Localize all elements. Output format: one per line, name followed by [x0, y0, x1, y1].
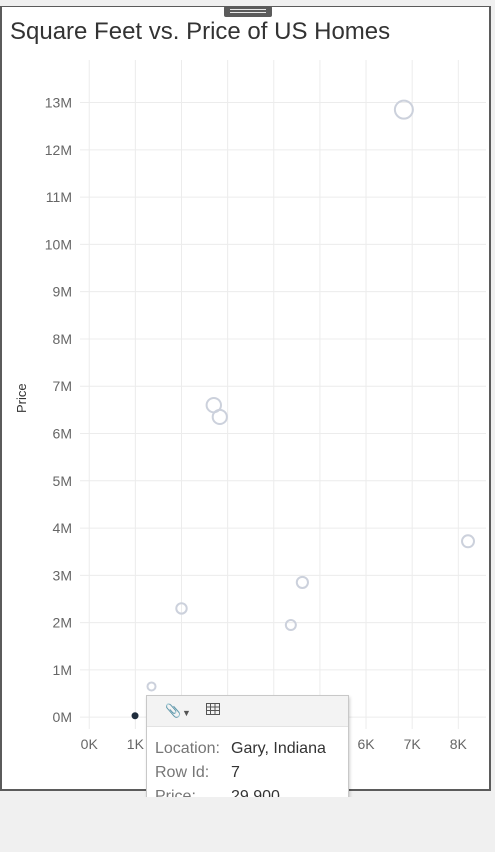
- y-tick-label: 11M: [46, 189, 72, 205]
- data-point: [284, 618, 297, 631]
- tooltip-value: 7: [231, 764, 240, 781]
- table-icon[interactable]: [206, 703, 220, 719]
- grid-lines: [80, 60, 486, 729]
- y-tick-label: 12M: [45, 142, 72, 158]
- y-tick-label: 7M: [53, 378, 72, 394]
- y-tick-label: 3M: [53, 567, 72, 583]
- caret-down-icon[interactable]: ▼: [182, 705, 191, 721]
- y-tick-label: 8M: [53, 331, 72, 347]
- tooltip-key: Row Id:: [155, 764, 210, 781]
- tooltip-toolbar: 📎 ▼: [147, 696, 348, 727]
- data-point: [211, 408, 228, 426]
- y-tick-label: 9M: [53, 284, 72, 300]
- y-tick-label: 1M: [53, 662, 72, 678]
- y-tick-label: 0M: [53, 709, 72, 725]
- y-tick-label: 5M: [53, 473, 72, 489]
- data-point: [295, 575, 309, 590]
- data-point: [393, 99, 414, 120]
- selected-data-point: [131, 712, 139, 720]
- x-tick-label: 8K: [450, 736, 468, 752]
- y-tick-label: 2M: [53, 615, 72, 631]
- bottom-band: [0, 797, 495, 852]
- x-tick-label: 1K: [127, 736, 145, 752]
- tooltip-key: Location:: [155, 740, 220, 757]
- y-tick-label: 4M: [53, 520, 72, 536]
- paperclip-icon[interactable]: 📎: [165, 703, 181, 719]
- tooltip-row-row-id: Row Id: 7: [155, 761, 348, 785]
- tooltip-row-location: Location: Gary, Indiana: [155, 737, 348, 761]
- y-tick-label: 6M: [53, 426, 72, 442]
- data-points: [131, 99, 476, 720]
- x-tick-label: 7K: [404, 736, 422, 752]
- x-tick-label: 6K: [357, 736, 375, 752]
- data-point: [461, 534, 476, 549]
- y-tick-label: 10M: [45, 236, 72, 252]
- x-tick-label: 0K: [81, 736, 99, 752]
- y-tick-label: 13M: [45, 95, 72, 111]
- data-point: [146, 681, 157, 692]
- y-axis-label: Price: [14, 383, 29, 413]
- tooltip-value: Gary, Indiana: [231, 740, 326, 757]
- y-axis-ticks: 0M 1M 2M 3M 4M 5M 6M 7M 8M 9M 10M 11M 12M 13M: [45, 95, 72, 726]
